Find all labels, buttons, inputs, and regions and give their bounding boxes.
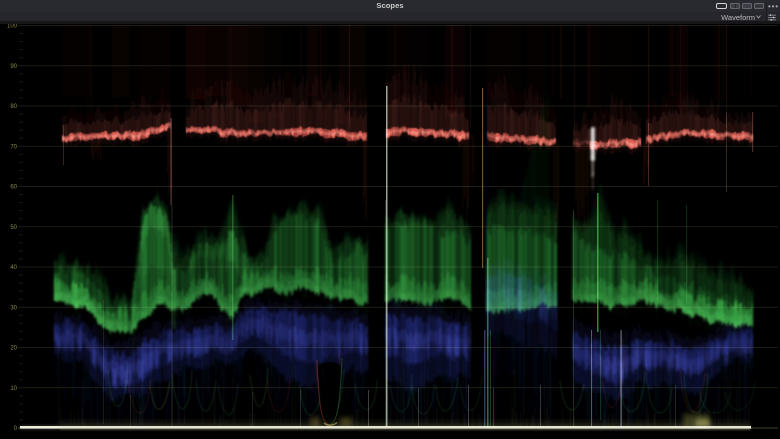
svg-text:70: 70 (10, 144, 17, 150)
svg-text:90: 90 (10, 64, 17, 70)
svg-text:40: 40 (10, 265, 17, 271)
svg-text:30: 30 (10, 305, 17, 311)
svg-text:50: 50 (10, 225, 17, 231)
svg-text:60: 60 (10, 185, 17, 191)
svg-text:80: 80 (10, 104, 17, 110)
svg-text:10: 10 (10, 386, 17, 392)
svg-text:100: 100 (7, 24, 18, 30)
svg-text:20: 20 (10, 346, 17, 352)
